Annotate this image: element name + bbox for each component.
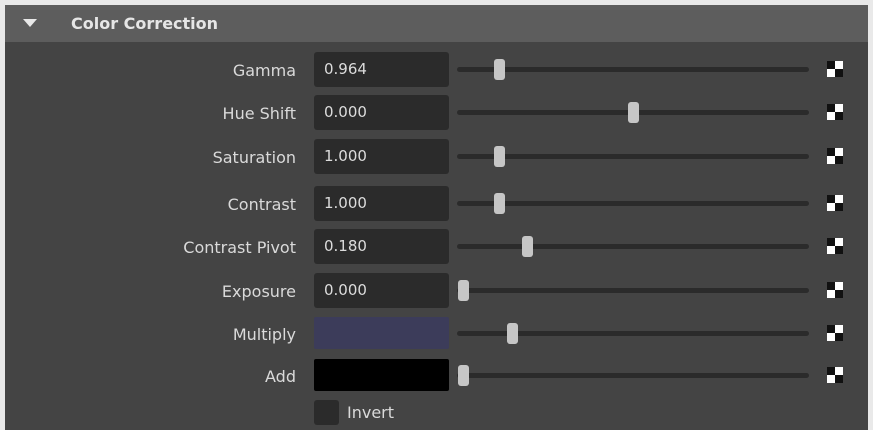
hue-shift-field[interactable]: 0.000 (314, 95, 449, 130)
slider-thumb[interactable] (458, 365, 469, 386)
slider-thumb[interactable] (494, 146, 505, 167)
attribute-label: Gamma (232, 61, 296, 80)
slider-thumb[interactable] (628, 102, 639, 123)
contrast-field[interactable]: 1.000 (314, 186, 449, 221)
attribute-label: Contrast (227, 195, 296, 214)
gamma-slider[interactable] (457, 59, 809, 80)
attribute-row-exposure: Exposure 0.000 (5, 273, 868, 309)
invert-label: Invert (347, 403, 395, 422)
attribute-row-contrast: Contrast 1.000 (5, 186, 868, 222)
color-correction-panel: Color Correction Gamma 0.964 Hue Shift 0… (5, 5, 868, 430)
add-slider[interactable] (457, 365, 809, 386)
section-header[interactable]: Color Correction (5, 5, 868, 42)
slider-thumb[interactable] (494, 59, 505, 80)
texture-map-icon[interactable] (827, 238, 843, 254)
add-color-swatch[interactable] (314, 359, 449, 391)
slider-thumb[interactable] (507, 323, 518, 344)
saturation-field[interactable]: 1.000 (314, 139, 449, 174)
texture-map-icon[interactable] (827, 325, 843, 341)
attribute-label: Contrast Pivot (183, 238, 296, 257)
attribute-row-saturation: Saturation 1.000 (5, 139, 868, 175)
attribute-label: Exposure (221, 282, 296, 301)
attribute-label: Saturation (212, 148, 296, 167)
texture-map-icon[interactable] (827, 148, 843, 164)
exposure-field[interactable]: 0.000 (314, 273, 449, 308)
attribute-row-gamma: Gamma 0.964 (5, 52, 868, 88)
texture-map-icon[interactable] (827, 282, 843, 298)
invert-row: Invert (5, 396, 868, 430)
collapse-arrow-icon[interactable] (23, 19, 37, 27)
multiply-color-swatch[interactable] (314, 317, 449, 349)
attribute-label: Multiply (232, 325, 296, 344)
slider-thumb[interactable] (494, 193, 505, 214)
slider-thumb[interactable] (458, 280, 469, 301)
texture-map-icon[interactable] (827, 104, 843, 120)
hue-shift-slider[interactable] (457, 102, 809, 123)
gamma-field[interactable]: 0.964 (314, 52, 449, 87)
contrast-pivot-slider[interactable] (457, 236, 809, 257)
exposure-slider[interactable] (457, 280, 809, 301)
slider-thumb[interactable] (522, 236, 533, 257)
attribute-row-add: Add (5, 358, 868, 394)
attribute-label: Add (265, 367, 296, 386)
attribute-row-multiply: Multiply (5, 316, 868, 352)
contrast-pivot-field[interactable]: 0.180 (314, 229, 449, 264)
attribute-row-contrast-pivot: Contrast Pivot 0.180 (5, 229, 868, 265)
saturation-slider[interactable] (457, 146, 809, 167)
section-title: Color Correction (71, 14, 219, 33)
texture-map-icon[interactable] (827, 195, 843, 211)
invert-checkbox[interactable] (314, 400, 339, 425)
contrast-slider[interactable] (457, 193, 809, 214)
multiply-slider[interactable] (457, 323, 809, 344)
attribute-row-hue-shift: Hue Shift 0.000 (5, 95, 868, 131)
texture-map-icon[interactable] (827, 61, 843, 77)
texture-map-icon[interactable] (827, 367, 843, 383)
attribute-label: Hue Shift (222, 104, 296, 123)
